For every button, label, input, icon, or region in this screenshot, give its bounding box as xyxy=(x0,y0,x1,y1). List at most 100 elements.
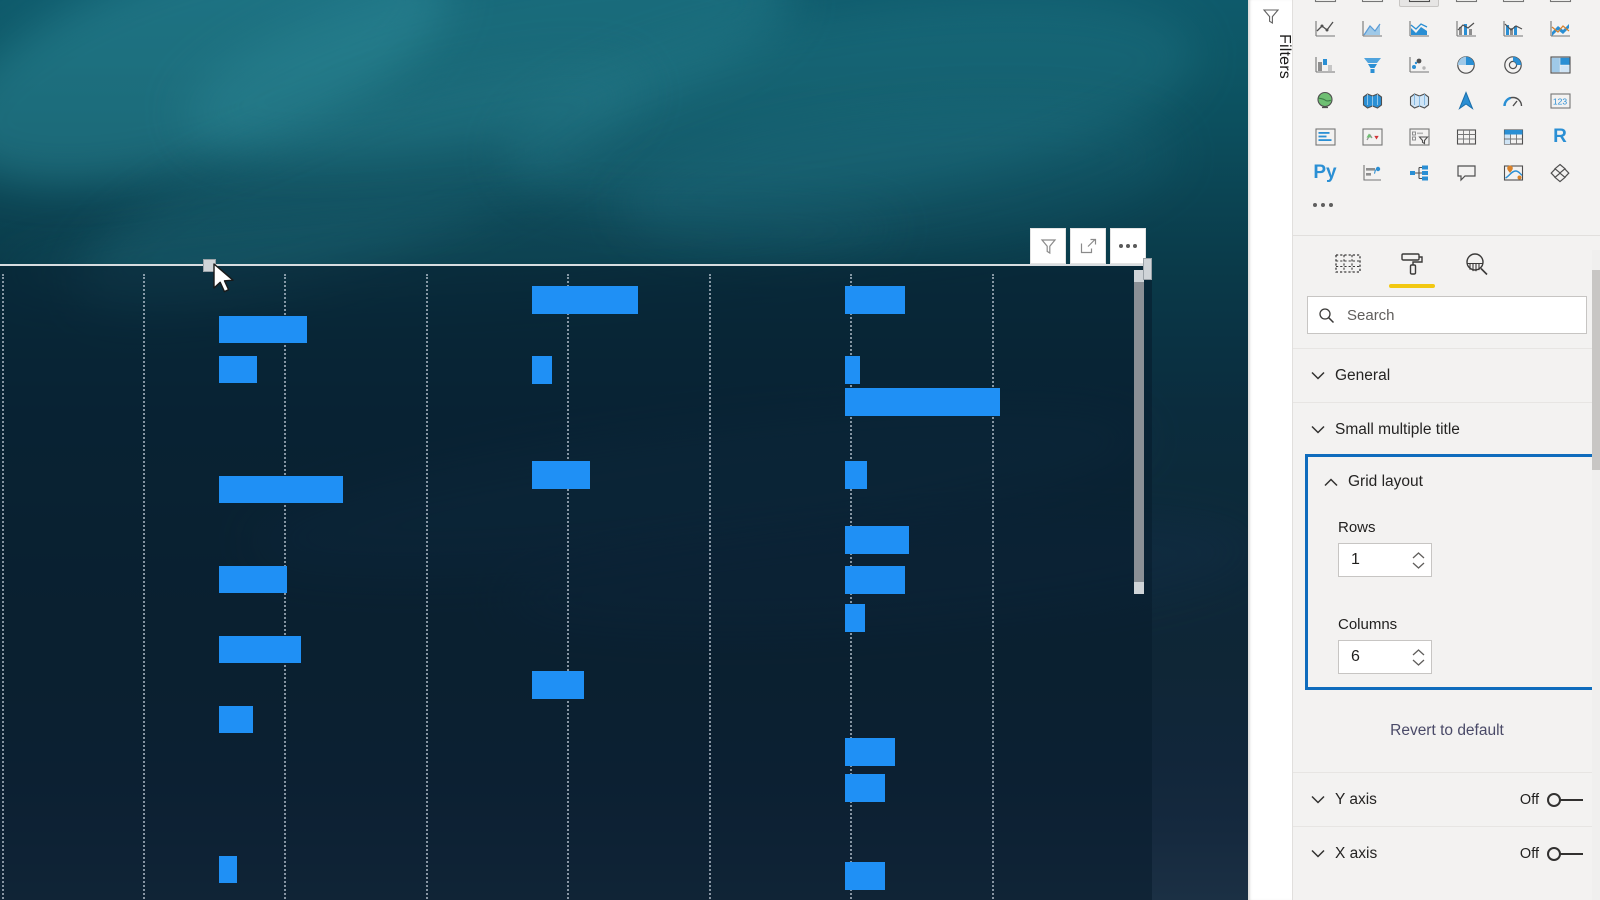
python-visual-icon[interactable]: Py xyxy=(1305,158,1345,187)
small-multiple-separator xyxy=(709,274,711,900)
chevron-up-icon[interactable] xyxy=(1412,551,1425,559)
chevron-down-icon[interactable] xyxy=(1412,562,1425,569)
wallpaper-wisp xyxy=(0,0,479,236)
visual-vertical-scrollbar[interactable] xyxy=(1134,270,1144,842)
visual-resize-handle-top-right[interactable] xyxy=(1143,258,1152,280)
bar[interactable] xyxy=(845,356,860,384)
small-multiples-bar-visual[interactable] xyxy=(0,264,1152,900)
bar[interactable] xyxy=(845,461,867,489)
scrollbar-cap-bottom[interactable] xyxy=(1134,582,1144,594)
rows-input[interactable] xyxy=(1339,550,1405,570)
filled-map-icon[interactable] xyxy=(1352,86,1392,115)
svg-text:123: 123 xyxy=(1552,96,1566,106)
bar[interactable] xyxy=(845,286,905,314)
funnel-chart-icon[interactable] xyxy=(1352,50,1392,79)
bar[interactable] xyxy=(845,604,865,632)
bar[interactable] xyxy=(845,738,895,766)
clustered-column-chart-icon[interactable] xyxy=(1446,0,1486,7)
bar[interactable] xyxy=(845,566,905,594)
r-script-visual-icon[interactable]: R xyxy=(1540,122,1580,151)
bar[interactable] xyxy=(845,774,885,802)
donut-chart-icon[interactable] xyxy=(1493,50,1533,79)
format-pane-scrollbar[interactable] xyxy=(1592,250,1600,900)
stacked-bar-chart-icon[interactable] xyxy=(1305,0,1345,7)
chevron-down-icon[interactable] xyxy=(1412,659,1425,666)
scatter-chart-icon[interactable] xyxy=(1399,50,1439,79)
map-icon[interactable] xyxy=(1305,86,1345,115)
format-visual-tab[interactable] xyxy=(1389,245,1435,288)
filters-pane-collapsed[interactable]: Filters xyxy=(1248,0,1294,900)
search-input[interactable] xyxy=(1345,305,1576,325)
card-icon[interactable]: 123 xyxy=(1540,86,1580,115)
format-section-general[interactable]: General xyxy=(1293,348,1600,402)
multi-row-card-icon[interactable] xyxy=(1305,122,1345,151)
table-icon[interactable] xyxy=(1446,122,1486,151)
bar[interactable] xyxy=(845,388,1000,416)
search-box[interactable] xyxy=(1307,296,1587,334)
100-stacked-bar-chart-icon[interactable] xyxy=(1493,0,1533,7)
shape-map-icon[interactable] xyxy=(1399,86,1439,115)
key-influencers-icon[interactable] xyxy=(1352,158,1392,187)
kpi-icon[interactable] xyxy=(1352,122,1392,151)
visual-resize-handle-top[interactable] xyxy=(203,259,216,272)
line-chart-icon[interactable] xyxy=(1305,14,1345,43)
format-section-small-multiple-title[interactable]: Small multiple title xyxy=(1293,402,1600,456)
power-apps-icon[interactable] xyxy=(1540,158,1580,187)
format-section-y-axis[interactable]: Y axis Off xyxy=(1293,772,1600,826)
bar[interactable] xyxy=(219,856,237,883)
visual-more-options-button[interactable] xyxy=(1110,228,1146,264)
qna-icon[interactable] xyxy=(1446,158,1486,187)
rows-spinner-arrows[interactable] xyxy=(1405,544,1431,576)
bar[interactable] xyxy=(219,566,287,593)
focus-mode-button[interactable] xyxy=(1070,228,1106,264)
chevron-up-icon[interactable] xyxy=(1412,648,1425,656)
build-visual-tab[interactable] xyxy=(1329,245,1367,283)
analytics-tab[interactable] xyxy=(1457,245,1495,283)
bar[interactable] xyxy=(845,526,909,554)
bar[interactable] xyxy=(219,476,343,503)
scrollbar-thumb[interactable] xyxy=(1134,282,1144,582)
ribbon-chart-icon[interactable] xyxy=(1540,14,1580,43)
bar[interactable] xyxy=(845,862,885,890)
100-stacked-column-chart-icon[interactable] xyxy=(1540,0,1580,7)
azure-map-icon[interactable] xyxy=(1446,86,1486,115)
x-axis-toggle[interactable] xyxy=(1547,847,1583,861)
bar[interactable] xyxy=(219,316,307,343)
bar[interactable] xyxy=(219,706,253,733)
line-and-stacked-column-chart-icon[interactable] xyxy=(1446,14,1486,43)
columns-spinner-arrows[interactable] xyxy=(1405,641,1431,673)
bar[interactable] xyxy=(532,461,590,489)
report-canvas[interactable] xyxy=(0,0,1248,900)
arcgis-map-icon[interactable] xyxy=(1493,158,1533,187)
visual-filter-button[interactable] xyxy=(1030,228,1066,264)
clustered-bar-chart-icon[interactable] xyxy=(1399,0,1439,7)
area-chart-icon[interactable] xyxy=(1352,14,1392,43)
bar[interactable] xyxy=(532,286,638,314)
scrollbar-thumb[interactable] xyxy=(1592,270,1600,470)
bar[interactable] xyxy=(219,356,257,383)
stacked-column-chart-icon[interactable] xyxy=(1352,0,1392,7)
rows-stepper[interactable] xyxy=(1338,543,1432,577)
revert-to-default-button[interactable]: Revert to default xyxy=(1293,700,1600,762)
y-axis-toggle[interactable] xyxy=(1547,793,1583,807)
treemap-icon[interactable] xyxy=(1540,50,1580,79)
format-section-x-axis[interactable]: X axis Off xyxy=(1293,826,1600,880)
grid-layout-header[interactable]: Grid layout xyxy=(1308,457,1592,507)
pie-chart-icon[interactable] xyxy=(1446,50,1486,79)
waterfall-chart-icon[interactable] xyxy=(1305,50,1345,79)
columns-stepper[interactable] xyxy=(1338,640,1432,674)
columns-input[interactable] xyxy=(1339,647,1405,667)
line-and-clustered-column-chart-icon[interactable] xyxy=(1493,14,1533,43)
gauge-icon[interactable] xyxy=(1493,86,1533,115)
slicer-icon[interactable] xyxy=(1399,122,1439,151)
small-multiple-separator xyxy=(992,274,994,900)
right-panels: Filters 123 R Py Search General Small mu… xyxy=(1248,0,1600,900)
format-section-label: Y axis xyxy=(1335,790,1377,808)
bar[interactable] xyxy=(219,636,301,663)
decomposition-tree-icon[interactable] xyxy=(1399,158,1439,187)
bar[interactable] xyxy=(532,671,584,699)
stacked-area-chart-icon[interactable] xyxy=(1399,14,1439,43)
gallery-more-button[interactable] xyxy=(1313,203,1333,207)
bar[interactable] xyxy=(532,356,552,384)
matrix-icon[interactable] xyxy=(1493,122,1533,151)
